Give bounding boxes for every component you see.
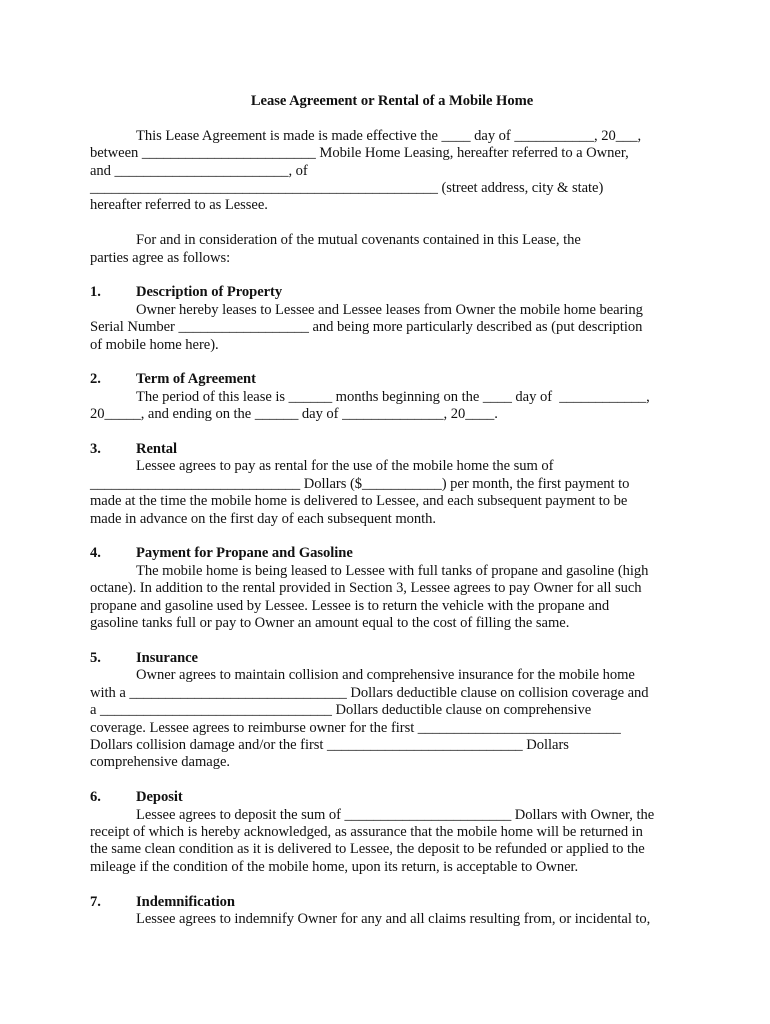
consideration-line: parties agree as follows: (90, 249, 231, 266)
section-title: Description of Property (136, 284, 283, 301)
section-body-line: comprehensive damage. (90, 754, 230, 771)
section: 3. Rental Lessee agrees to pay as rental f… (90, 441, 690, 528)
section: 6. Deposit Lessee agrees to deposit the su… (90, 789, 690, 876)
section-title: Deposit (136, 789, 183, 806)
section-body-line: a ________________________________ Dolla… (90, 702, 592, 719)
intro-line: hereafter referred to as Lessee. (90, 197, 268, 214)
document-page: Lease Agreement or Rental of a Mobile Ho… (90, 93, 690, 928)
section-body-line: Owner agrees to maintain collision and c… (136, 667, 635, 684)
section-body-line: octane). In addition to the rental provi… (90, 580, 642, 597)
consideration-line: For and in consideration of the mutual c… (136, 232, 581, 249)
section-body-line: made in advance on the first day of each… (90, 510, 437, 527)
section-title: Rental (136, 441, 178, 458)
section-title: Payment for Propane and Gasoline (136, 545, 353, 562)
section-body-line: the same clean condition as it is delive… (90, 841, 645, 858)
section-body-line: gasoline tanks full or pay to Owner an a… (90, 615, 570, 632)
section-body-line: coverage. Lessee agrees to reimburse own… (90, 719, 621, 736)
section-heading: 3. Rental (90, 441, 690, 458)
section-title: Insurance (136, 649, 198, 666)
section-number: 5. (90, 649, 101, 666)
section-heading: 2. Term of Agreement (90, 371, 690, 388)
section-body-line: propane and gasoline used by Lessee. Les… (90, 597, 610, 614)
section-number: 1. (90, 284, 101, 301)
section-title: Indemnification (136, 893, 235, 910)
section-body-line: made at the time the mobile home is deli… (90, 493, 628, 510)
section-heading: 6. Deposit (90, 789, 690, 806)
section-heading: 5. Insurance (90, 650, 690, 667)
section-body-line: Owner hereby leases to Lessee and Lessee… (136, 301, 643, 318)
section-number: 3. (90, 441, 101, 458)
section-body-line: Dollars collision damage and/or the firs… (90, 736, 569, 753)
section-body-line: 20_____, and ending on the ______ day of… (90, 406, 498, 423)
document-title: Lease Agreement or Rental of a Mobile Ho… (250, 93, 534, 109)
section: 1. Description of Property Owner hereby le… (90, 284, 690, 354)
section: 7. Indemnification Lessee agrees to indemn… (90, 894, 690, 929)
intro-line: ________________________________________… (90, 180, 604, 197)
section-body-line: receipt of which is hereby acknowledged,… (90, 823, 643, 840)
consideration-paragraph: For and in consideration of the mutual c… (90, 232, 690, 267)
section-body-line: The mobile home is being leased to Lesse… (136, 562, 649, 579)
section-heading: 7. Indemnification (90, 894, 690, 911)
section-body-line: Serial Number __________________ and bei… (90, 319, 643, 336)
section: 5. Insurance Owner agrees to maintain coll… (90, 650, 690, 772)
section-body-line: Lessee agrees to indemnify Owner for any… (136, 910, 651, 927)
section-body-line: The period of this lease is ______ month… (136, 388, 650, 405)
section-title: Term of Agreement (136, 371, 256, 388)
section-number: 6. (90, 789, 101, 806)
section-number: 7. (90, 893, 101, 910)
section-number: 4. (90, 545, 101, 562)
section-body-line: mileage if the condition of the mobile h… (90, 858, 579, 875)
section-number: 2. (90, 371, 101, 388)
intro-line: This Lease Agreement is made is made eff… (136, 127, 642, 144)
section-heading: 1. Description of Property (90, 284, 690, 301)
intro-line: between ________________________ Mobile … (90, 145, 629, 162)
sections-list: 1. Description of Property Owner hereby le… (90, 284, 690, 928)
section-body-line: Lessee agrees to pay as rental for the u… (136, 458, 554, 475)
section-body-line: _____________________________ Dollars ($… (90, 475, 630, 492)
section-body-line: Lessee agrees to deposit the sum of ____… (136, 806, 655, 823)
section-body-line: with a ______________________________ Do… (90, 684, 649, 701)
section-body-line: of mobile home here). (90, 336, 219, 353)
section: 2. Term of Agreement The period of this le… (90, 371, 690, 423)
section: 4. Payment for Propane and Gasoline The mo… (90, 545, 690, 632)
intro-paragraph: This Lease Agreement is made is made eff… (90, 128, 690, 215)
intro-line: and ________________________, of (90, 162, 308, 179)
section-heading: 4. Payment for Propane and Gasoline (90, 545, 690, 562)
